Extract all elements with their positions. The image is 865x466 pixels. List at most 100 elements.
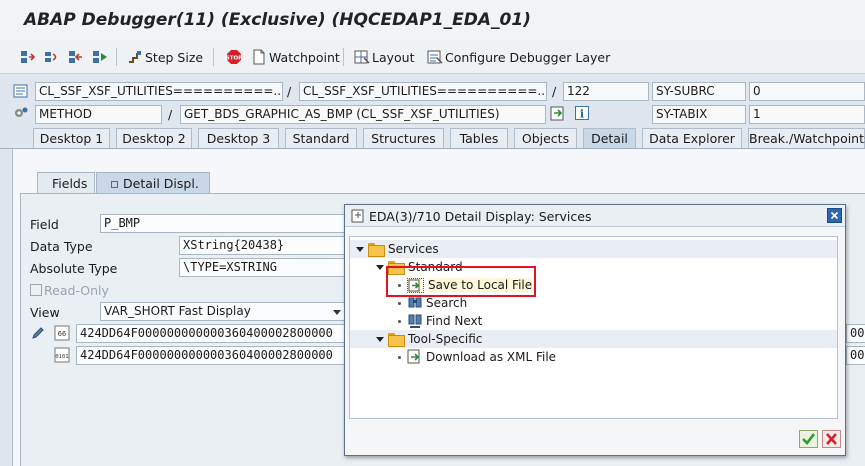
hex-value-1-right: 00	[846, 324, 865, 343]
toolbar-separator	[213, 48, 214, 66]
line-field[interactable]: 122	[563, 82, 649, 101]
tab-structures[interactable]: Structures	[363, 128, 444, 149]
debugger-toolbar: Step Size STOP Watchpoint Layout Configu…	[0, 40, 865, 74]
step-over-icon[interactable]	[44, 48, 60, 66]
sysvar-value-tabix: 1	[749, 105, 865, 124]
step-into-icon[interactable]	[20, 48, 36, 66]
bullet	[398, 301, 401, 305]
services-dialog: EDA(3)/710 Detail Display: Services Serv…	[344, 204, 846, 456]
field-value[interactable]: P_BMP	[100, 214, 348, 233]
tab-desktop-1[interactable]: Desktop 1	[33, 128, 110, 149]
configure-layer-label: Configure Debugger Layer	[445, 49, 611, 65]
info-icon[interactable]: i	[575, 106, 589, 123]
tab-desktop-3[interactable]: Desktop 3	[198, 128, 279, 149]
subtab-detail[interactable]: Detail Displ.	[96, 172, 210, 194]
step-size-icon	[129, 51, 141, 63]
services-tree: Services Standard Save to Local File Sea…	[349, 236, 838, 419]
binary-icon: 0101	[54, 347, 70, 366]
bullet	[398, 355, 401, 359]
folder-open-icon	[388, 333, 405, 347]
tab-desktop-2[interactable]: Desktop 2	[116, 128, 192, 149]
layout-label: Layout	[372, 49, 415, 65]
svg-text:66: 66	[58, 330, 66, 338]
tab-data-explorer[interactable]: Data Explorer	[642, 128, 742, 149]
title-bar: ABAP Debugger(11) (Exclusive) (HQCEDAP1_…	[0, 0, 865, 40]
hex-value-2-right: 00	[846, 346, 865, 365]
tree-label-find-next: Find Next	[426, 314, 483, 328]
layout-button[interactable]: Layout	[354, 48, 415, 66]
tree-node-download-xml[interactable]: Download as XML File	[350, 348, 837, 366]
slash: /	[552, 84, 557, 99]
configure-layer-button[interactable]: Configure Debugger Layer	[427, 48, 610, 66]
confirm-check-icon[interactable]	[799, 430, 818, 448]
subtab-fields[interactable]: Fields	[37, 172, 95, 194]
subtab-detail-label: Detail Displ.	[123, 176, 199, 191]
hex-value-1[interactable]: 424DD64F000000000000360400002800000	[76, 324, 348, 343]
tab-tables[interactable]: Tables	[450, 128, 508, 149]
sysvar-label-subrc: SY-SUBRC	[652, 82, 746, 101]
readonly-checkbox[interactable]	[30, 284, 42, 296]
toolbar-separator	[343, 48, 344, 66]
binoculars-icon	[408, 297, 422, 308]
detail-square-icon	[111, 181, 118, 188]
slash: /	[168, 107, 173, 122]
hex-value-2[interactable]: 424DD64F000000000000360400002800000	[76, 346, 348, 365]
program-icon	[13, 84, 29, 101]
field-label: Field	[30, 217, 59, 232]
include-field[interactable]: CL_SSF_XSF_UTILITIES==========...	[299, 82, 547, 101]
close-icon[interactable]	[827, 208, 842, 223]
step-size-label: Step Size	[145, 49, 204, 65]
abstype-value: \TYPE=XSTRING	[179, 258, 348, 277]
sysvar-value-subrc: 0	[749, 82, 865, 101]
dialog-icon	[351, 209, 365, 226]
tree-node-tool-specific[interactable]: Tool-Specific	[350, 330, 837, 348]
method-name-field[interactable]: GET_BDS_GRAPHIC_AS_BMP (CL_SSF_XSF_UTILI…	[180, 105, 546, 124]
stop-icon[interactable]: STOP	[226, 48, 242, 66]
edit-pencil-icon[interactable]	[30, 325, 46, 344]
program-field[interactable]: CL_SSF_XSF_UTILITIES==========...	[35, 82, 283, 101]
find-next-icon	[408, 314, 422, 328]
tab-detail[interactable]: Detail	[583, 128, 636, 149]
method-icon	[13, 106, 29, 123]
chevron-down-icon	[333, 310, 341, 315]
return-icon[interactable]	[68, 48, 84, 66]
slash: /	[287, 84, 292, 99]
view-label: View	[30, 305, 60, 320]
cancel-x-icon[interactable]	[822, 430, 841, 448]
readonly-label: Read-Only	[44, 283, 109, 298]
expand-triangle-icon[interactable]	[376, 336, 384, 342]
tab-objects[interactable]: Objects	[514, 128, 577, 149]
tree-node-services[interactable]: Services	[350, 240, 837, 258]
abstype-label: Absolute Type	[30, 261, 118, 276]
hex-icon: 66	[54, 325, 70, 344]
tree-label-download-xml: Download as XML File	[426, 350, 557, 364]
document-icon	[253, 49, 265, 65]
tree-label-services: Services	[388, 242, 439, 256]
view-select[interactable]: VAR_SHORT Fast Display	[100, 302, 348, 321]
dialog-title-bar: EDA(3)/710 Detail Display: Services	[345, 205, 845, 227]
tree-label-search: Search	[426, 296, 468, 310]
dialog-title: EDA(3)/710 Detail Display: Services	[369, 209, 592, 224]
continue-icon[interactable]	[92, 48, 108, 66]
tree-node-find-next[interactable]: Find Next	[350, 312, 837, 330]
configure-icon	[427, 50, 443, 64]
view-select-value: VAR_SHORT Fast Display	[104, 304, 251, 318]
svg-text:0101: 0101	[55, 354, 68, 360]
step-size-button[interactable]: Step Size	[127, 48, 203, 66]
expand-triangle-icon[interactable]	[356, 246, 364, 252]
tab-breakpoints[interactable]: Break./Watchpoints	[748, 128, 865, 149]
watchpoint-label: Watchpoint	[269, 49, 340, 65]
expand-triangle-icon[interactable]	[376, 264, 384, 270]
folder-open-icon	[368, 243, 385, 257]
navigate-icon[interactable]	[550, 106, 566, 125]
highlight-box	[386, 266, 536, 297]
window-title: ABAP Debugger(11) (Exclusive) (HQCEDAP1_…	[24, 10, 531, 30]
download-file-icon	[407, 349, 420, 364]
type-field[interactable]: METHOD	[35, 105, 162, 124]
tab-standard[interactable]: Standard	[285, 128, 357, 149]
watchpoint-button[interactable]: Watchpoint	[252, 48, 340, 66]
datatype-value: XString{20438}	[179, 236, 348, 255]
layout-icon	[354, 50, 370, 64]
svg-text:i: i	[580, 108, 584, 121]
toolbar-separator	[116, 48, 117, 66]
